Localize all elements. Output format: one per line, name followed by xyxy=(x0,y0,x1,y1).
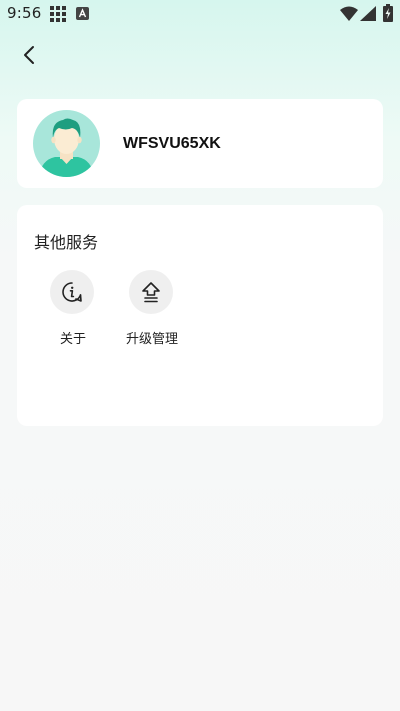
upgrade-management-button[interactable]: 升级管理 xyxy=(117,270,187,350)
battery-charging-icon xyxy=(383,4,393,22)
upgrade-management-label: 升级管理 xyxy=(125,332,178,347)
services-card: 其他服务 关于 升级管理 xyxy=(17,205,383,426)
username: WFSVU65XK xyxy=(123,135,221,152)
upgrade-icon xyxy=(142,282,160,303)
about-button[interactable]: 关于 xyxy=(38,270,108,350)
profile-card[interactable]: WFSVU65XK xyxy=(17,99,383,188)
a-icon xyxy=(76,7,89,20)
status-bar: 9:56 xyxy=(0,0,400,28)
wifi-icon xyxy=(340,6,358,21)
signal-icon xyxy=(360,6,376,21)
info-icon xyxy=(62,282,82,302)
about-label: 关于 xyxy=(59,332,86,347)
section-title: 其他服务 xyxy=(34,233,99,252)
upgrade-icon-circle xyxy=(129,270,173,314)
user-avatar-icon xyxy=(33,110,100,177)
status-time: 9:56 xyxy=(7,4,42,22)
grid-icon xyxy=(50,6,66,22)
chevron-left-icon xyxy=(24,46,34,64)
back-button[interactable] xyxy=(16,42,42,68)
about-icon-circle xyxy=(50,270,94,314)
